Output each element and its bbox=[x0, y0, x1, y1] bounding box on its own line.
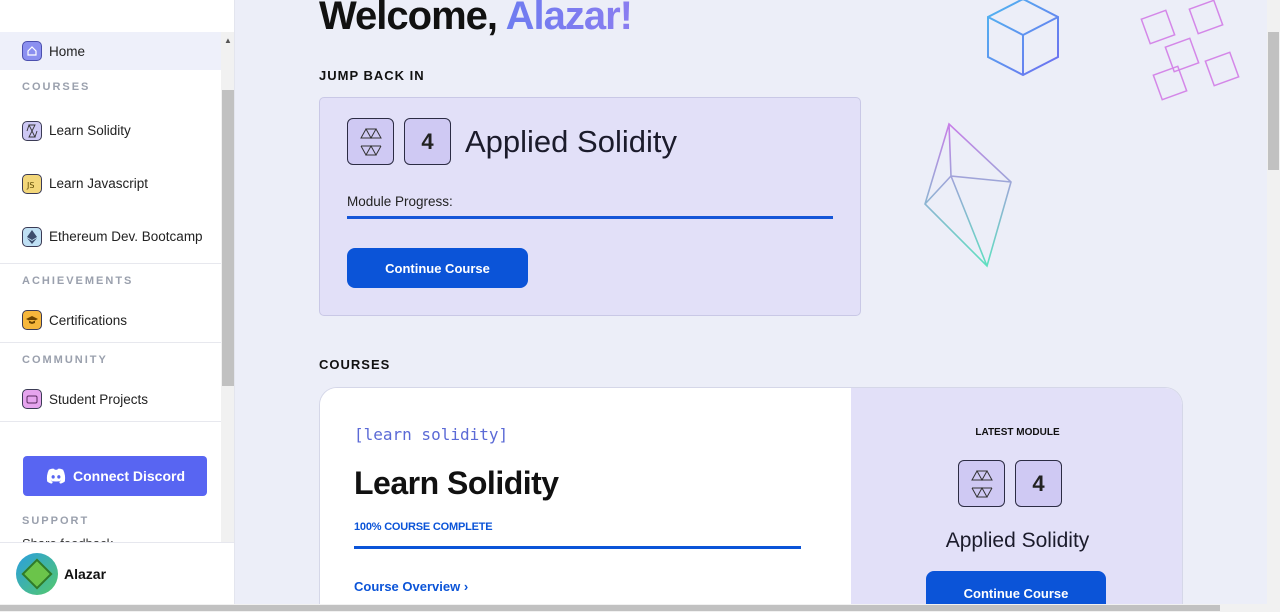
welcome-prefix: Welcome, bbox=[319, 0, 506, 38]
page-title: Welcome, Alazar! bbox=[319, 0, 633, 39]
sidebar-scrollbar-thumb[interactable] bbox=[222, 90, 234, 386]
discord-icon bbox=[46, 468, 66, 484]
course-title: Learn Solidity bbox=[354, 465, 559, 501]
sidebar-item-label: Ethereum Dev. Bootcamp bbox=[49, 229, 203, 244]
solidity-icon bbox=[22, 120, 42, 141]
sidebar-item-certifications[interactable]: Certifications bbox=[0, 298, 221, 342]
avatar bbox=[16, 552, 58, 595]
svg-text:JS: JS bbox=[26, 181, 34, 190]
sidebar-item-label: Home bbox=[49, 43, 86, 59]
connect-discord-button[interactable]: Connect Discord bbox=[23, 456, 207, 496]
sidebar-item-label: Certifications bbox=[49, 312, 128, 328]
module-title: Applied Solidity bbox=[465, 123, 677, 159]
main-content: Welcome, Alazar! JUMP BACK IN 4 Applied … bbox=[235, 0, 1267, 604]
sidebar-item-label: Learn Javascript bbox=[49, 176, 149, 191]
crystal-decoration-icon bbox=[924, 122, 1012, 268]
sidebar-divider bbox=[0, 421, 221, 422]
course-tag: [learn solidity] bbox=[354, 425, 509, 444]
latest-module-panel: LATEST MODULE 4 Applied Solidity Continu… bbox=[851, 388, 1182, 604]
folder-icon bbox=[22, 389, 42, 409]
page-scrollbar-thumb[interactable] bbox=[1268, 32, 1279, 170]
sidebar: Home COURSES Learn Solidity JS Learn Jav… bbox=[0, 0, 235, 612]
javascript-icon: JS bbox=[22, 173, 42, 194]
user-name: Alazar bbox=[64, 565, 107, 582]
latest-continue-course-button[interactable]: Continue Course bbox=[926, 571, 1106, 604]
solidity-badge-icon bbox=[347, 118, 394, 165]
course-card-info: [learn solidity] Learn Solidity 100% COU… bbox=[320, 388, 851, 604]
sidebar-item-learn-javascript[interactable]: JS Learn Javascript bbox=[0, 157, 221, 210]
sidebar-item-home[interactable]: Home bbox=[0, 32, 221, 70]
cube-decoration-icon bbox=[987, 0, 1059, 77]
welcome-name: Alazar! bbox=[506, 0, 633, 38]
course-complete-label: 100% COURSE COMPLETE bbox=[354, 521, 493, 533]
sidebar-item-learn-solidity[interactable]: Learn Solidity bbox=[0, 104, 221, 157]
sidebar-heading-courses: COURSES bbox=[22, 81, 91, 93]
latest-module-title: Applied Solidity bbox=[945, 529, 1090, 552]
home-icon bbox=[22, 41, 42, 61]
module-badges: 4 Applied Solidity bbox=[347, 118, 677, 165]
latest-module-badges: 4 bbox=[958, 460, 1072, 507]
jump-back-card: 4 Applied Solidity Module Progress: Cont… bbox=[319, 97, 861, 316]
latest-module-label: LATEST MODULE bbox=[975, 427, 1060, 438]
module-progress-bar bbox=[347, 216, 833, 219]
sidebar-heading-community: COMMUNITY bbox=[22, 354, 108, 366]
module-progress-fill bbox=[347, 216, 833, 219]
module-progress-label: Module Progress: bbox=[347, 194, 453, 209]
grid-decoration-icon bbox=[1140, 0, 1240, 101]
horizontal-scrollbar[interactable] bbox=[0, 604, 1280, 612]
solidity-badge-icon bbox=[958, 460, 1005, 507]
graduation-cap-icon bbox=[22, 310, 42, 330]
course-progress-bar bbox=[354, 546, 801, 549]
horizontal-scrollbar-thumb[interactable] bbox=[0, 605, 1220, 611]
sidebar-item-ethereum-bootcamp[interactable]: Ethereum Dev. Bootcamp bbox=[0, 210, 221, 263]
discord-button-label: Connect Discord bbox=[72, 468, 185, 484]
scroll-up-arrow-icon[interactable]: ▲ bbox=[224, 36, 232, 45]
user-profile[interactable]: Alazar bbox=[0, 542, 234, 604]
sidebar-heading-achievements: ACHIEVEMENTS bbox=[22, 275, 134, 287]
module-number-badge: 4 bbox=[404, 118, 451, 165]
jump-back-heading: JUMP BACK IN bbox=[319, 68, 425, 83]
sidebar-item-label: Student Projects bbox=[49, 391, 149, 407]
page-scrollbar[interactable] bbox=[1267, 0, 1280, 604]
sidebar-item-student-projects[interactable]: Student Projects bbox=[0, 377, 221, 421]
sidebar-item-label: Learn Solidity bbox=[49, 123, 131, 138]
courses-heading: COURSES bbox=[319, 357, 391, 372]
continue-course-button[interactable]: Continue Course bbox=[347, 248, 528, 288]
sidebar-scrollbar[interactable]: ▲ bbox=[221, 32, 234, 542]
course-overview-label: Course Overview bbox=[354, 579, 461, 594]
sidebar-heading-support: SUPPORT bbox=[22, 515, 90, 527]
latest-module-number: 4 bbox=[1015, 460, 1062, 507]
chevron-right-icon: › bbox=[463, 579, 469, 594]
ethereum-icon bbox=[22, 226, 42, 247]
course-card: [learn solidity] Learn Solidity 100% COU… bbox=[319, 387, 1183, 604]
course-overview-link[interactable]: Course Overview › bbox=[354, 579, 468, 594]
